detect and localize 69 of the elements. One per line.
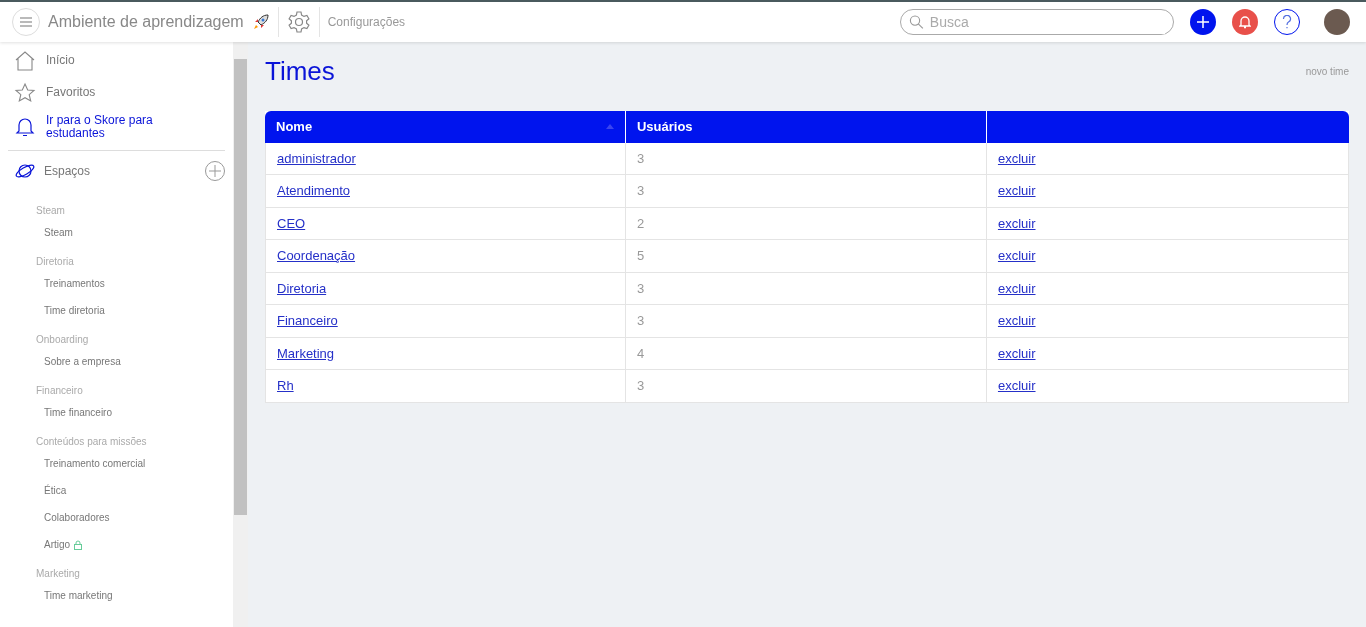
sidebar-item[interactable]: Ética [44,485,67,498]
sidebar-item[interactable]: Time financeiro [44,407,112,420]
sidebar-item[interactable]: Time marketing [44,590,113,603]
sidebar-item[interactable]: Treinamento comercial [44,458,146,471]
table-cell: 3 [625,175,987,208]
group-title: Steam [36,205,66,218]
help-button[interactable] [1274,9,1300,35]
plus-icon [209,165,221,178]
lock-icon [74,540,83,551]
menu-icon [19,17,33,27]
group-title: Diretoria [36,256,75,269]
team-link[interactable]: Diretoria [277,280,327,296]
section-title: Configurações [327,14,406,31]
group-title: Onboarding [36,334,90,347]
nav-link[interactable]: Início [14,50,225,72]
delete-link[interactable]: excluir [997,345,1036,361]
team-link[interactable]: Marketing [277,345,335,361]
table-cell: 2 [625,207,987,241]
table-cell: 5 [625,240,987,273]
column-header[interactable]: Usuários [625,111,987,143]
table-cell: 4 [625,337,987,371]
notifications-button[interactable] [1232,9,1258,35]
delete-link[interactable]: excluir [997,378,1036,394]
delete-link[interactable]: excluir [997,183,1036,199]
sidebar-item[interactable]: Sobre a empresa [44,356,121,369]
sidebar-item[interactable]: Steam [44,227,73,240]
sidebar-item[interactable]: Treinamentos [44,278,105,291]
table-cell: 3 [625,142,987,176]
rocket-icon [251,13,270,31]
delete-link[interactable]: excluir [997,280,1036,296]
team-link[interactable]: administrador [277,150,356,166]
add-space-button[interactable] [205,161,225,182]
delete-link[interactable]: excluir [997,215,1036,231]
delete-link[interactable]: excluir [997,248,1036,264]
search-icon [909,14,924,30]
delete-link[interactable]: excluir [997,313,1036,329]
help-icon [1282,15,1292,29]
star-icon [14,82,36,104]
delete-link[interactable]: excluir [997,150,1036,166]
team-link[interactable]: Coordenação [277,248,356,264]
table-cell: 3 [625,272,987,306]
team-link[interactable]: Atendimento [277,183,350,199]
search-field[interactable]: Busca [900,9,1174,35]
scrollbar-thumb[interactable] [234,59,247,515]
sidebar-item[interactable]: Colaboradores [44,512,110,525]
sidebar-item[interactable]: Artigo [44,539,71,552]
app-title: Ambiente de aprendizagem [48,12,244,32]
add-button[interactable] [1190,9,1216,35]
team-link[interactable]: CEO [277,215,306,231]
table-cell: 3 [625,370,987,403]
group-title: Financeiro [36,385,84,398]
team-link[interactable]: Financeiro [277,313,338,329]
home-icon [14,50,36,72]
sidebar-item[interactable]: Time diretoria [44,305,105,318]
group-title: Marketing [36,568,81,581]
bell-icon [14,116,36,139]
avatar[interactable] [1324,9,1350,35]
page-title: Times [265,56,335,88]
settings-icon[interactable] [286,10,311,34]
team-link[interactable]: Rh [277,378,294,394]
plus-icon [1196,15,1210,29]
group-title: Conteúdos para missões [36,436,148,449]
column-header[interactable]: Nome [265,111,626,143]
table-cell: 3 [625,305,987,338]
nav-link[interactable]: Ir para o Skore para estudantes [14,114,225,141]
bell-icon [1239,15,1251,29]
menu-button[interactable] [12,8,40,36]
spaces-label[interactable]: Espaços [44,162,91,181]
nav-link[interactable]: Favoritos [14,82,225,104]
